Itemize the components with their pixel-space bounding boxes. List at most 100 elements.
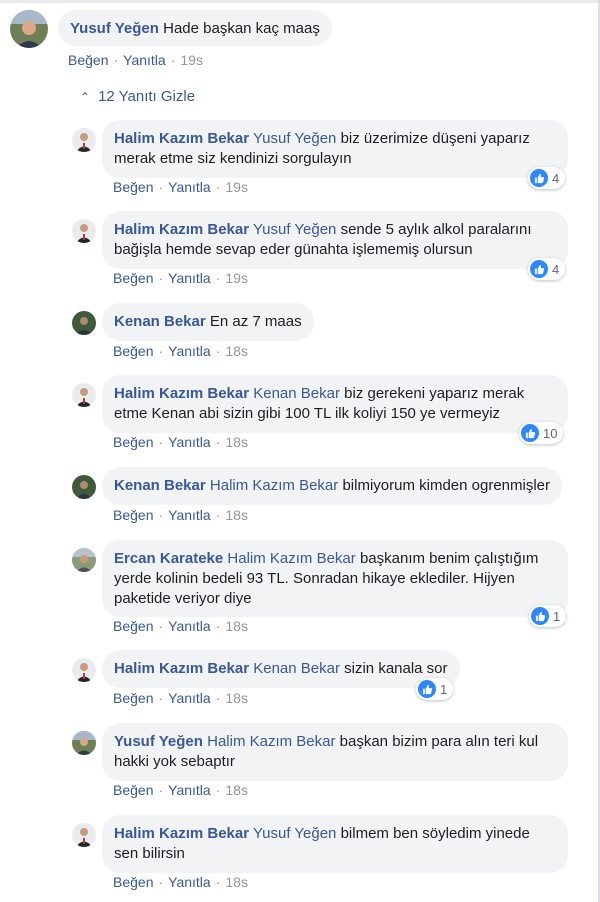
- reply-author[interactable]: Halim Kazım Bekar: [114, 221, 249, 238]
- avatar[interactable]: [72, 658, 96, 682]
- reaction-count[interactable]: 4: [528, 258, 566, 280]
- reply-bubble: Halim Kazım Bekar Yusuf Yeğen bilmem ben…: [102, 815, 568, 873]
- like-link[interactable]: Beğen: [113, 179, 153, 195]
- reply-text-line: başkanım benim çalıştığım: [359, 550, 539, 567]
- reply-link[interactable]: Yanıtla: [123, 52, 166, 68]
- reply-text-line: başkan bizim para alın teri kul: [339, 733, 539, 750]
- like-link[interactable]: Beğen: [113, 690, 153, 706]
- top-divider: [0, 0, 600, 3]
- reply-author[interactable]: Halim Kazım Bekar: [114, 130, 249, 147]
- reply-link[interactable]: Yanıtla: [168, 343, 211, 359]
- reply-text-line: merak etme siz kendinizi sorgulayın: [114, 150, 352, 167]
- like-link[interactable]: Beğen: [113, 434, 153, 450]
- reply-link[interactable]: Yanıtla: [168, 507, 211, 523]
- reply-actions: Beğen · Yanıtla · 19s: [113, 270, 248, 286]
- reply-link[interactable]: Yanıtla: [168, 690, 211, 706]
- reply-link[interactable]: Yanıtla: [168, 618, 211, 634]
- avatar[interactable]: [72, 731, 96, 755]
- reply-link[interactable]: Yanıtla: [168, 270, 211, 286]
- reply-time[interactable]: 19s: [225, 270, 248, 286]
- avatar[interactable]: [72, 383, 96, 407]
- hide-replies-toggle[interactable]: ⌃ 12 Yanıtı Gizle: [80, 88, 195, 105]
- like-icon: [521, 424, 539, 442]
- reply-text-line: paketide veriyor diye: [114, 590, 252, 607]
- mention-link[interactable]: Yusuf Yeğen: [253, 825, 336, 842]
- reaction-number: 1: [440, 681, 448, 697]
- reaction-count[interactable]: 4: [528, 167, 566, 189]
- reply-time[interactable]: 19s: [225, 179, 248, 195]
- like-link[interactable]: Beğen: [113, 782, 153, 798]
- reply-text-line: hakki yok sebaptır: [114, 753, 235, 770]
- reply-time[interactable]: 18s: [225, 618, 248, 634]
- comment-author[interactable]: Yusuf Yeğen: [70, 20, 159, 37]
- like-icon: [531, 607, 549, 625]
- avatar[interactable]: [72, 219, 96, 243]
- reply-bubble: Kenan Bekar Halim Kazım Bekar bilmiyorum…: [102, 467, 562, 505]
- reply-text-line: biz gerekeni yaparız merak: [344, 385, 525, 402]
- avatar[interactable]: [72, 548, 96, 572]
- like-icon: [530, 169, 548, 187]
- like-icon: [530, 260, 548, 278]
- reply-time[interactable]: 18s: [225, 874, 248, 890]
- mention-link[interactable]: Kenan Bekar: [253, 385, 340, 402]
- reply-link[interactable]: Yanıtla: [168, 874, 211, 890]
- reply-time[interactable]: 18s: [225, 690, 248, 706]
- hide-replies-label: 12 Yanıtı Gizle: [98, 88, 196, 105]
- reply-text-line: bilmiyorum kimden ogrenmişler: [342, 477, 550, 494]
- reply-link[interactable]: Yanıtla: [168, 434, 211, 450]
- reply-bubble: Halim Kazım Bekar Kenan Bekar sizin kana…: [102, 650, 460, 688]
- like-link[interactable]: Beğen: [68, 52, 108, 68]
- avatar[interactable]: [10, 10, 48, 48]
- mention-link[interactable]: Yusuf Yeğen: [253, 130, 336, 147]
- like-link[interactable]: Beğen: [113, 270, 153, 286]
- reply-author[interactable]: Halim Kazım Bekar: [114, 825, 249, 842]
- mention-link[interactable]: Halim Kazım Bekar: [227, 550, 355, 567]
- reply-bubble: Yusuf Yeğen Halim Kazım Bekar başkan biz…: [102, 723, 568, 781]
- reply-actions: Beğen · Yanıtla · 18s: [113, 690, 248, 706]
- like-icon: [418, 680, 436, 698]
- mention-link[interactable]: Kenan Bekar: [253, 660, 340, 677]
- like-link[interactable]: Beğen: [113, 507, 153, 523]
- reply-text-line: bilmem ben söyledim yinede: [340, 825, 530, 842]
- reply-actions: Beğen · Yanıtla · 18s: [113, 507, 248, 523]
- reply-bubble: Halim Kazım Bekar Yusuf Yeğen biz üzerim…: [102, 120, 568, 178]
- reply-time[interactable]: 18s: [225, 343, 248, 359]
- reply-author[interactable]: Ercan Karateke: [114, 550, 223, 567]
- avatar[interactable]: [72, 823, 96, 847]
- reply-actions: Beğen · Yanıtla · 18s: [113, 874, 248, 890]
- reply-bubble: Halim Kazım Bekar Yusuf Yeğen sende 5 ay…: [102, 211, 568, 269]
- reply-author[interactable]: Halim Kazım Bekar: [114, 385, 249, 402]
- reply-time[interactable]: 18s: [225, 507, 248, 523]
- comment-text: Hade başkan kaç maaş: [163, 20, 320, 37]
- mention-link[interactable]: Halim Kazım Bekar: [210, 477, 338, 494]
- reaction-count[interactable]: 1: [416, 678, 454, 700]
- reply-author[interactable]: Kenan Bekar: [114, 477, 206, 494]
- like-link[interactable]: Beğen: [113, 874, 153, 890]
- comment-time[interactable]: 19s: [180, 52, 203, 68]
- avatar[interactable]: [72, 311, 96, 335]
- like-link[interactable]: Beğen: [113, 343, 153, 359]
- reply-author[interactable]: Halim Kazım Bekar: [114, 660, 249, 677]
- reply-time[interactable]: 18s: [225, 782, 248, 798]
- reaction-number: 1: [553, 608, 561, 624]
- reply-actions: Beğen · Yanıtla · 19s: [113, 179, 248, 195]
- like-link[interactable]: Beğen: [113, 618, 153, 634]
- reply-text-line: etme Kenan abi sizin gibi 100 TL ilk kol…: [114, 405, 501, 422]
- reply-author[interactable]: Yusuf Yeğen: [114, 733, 203, 750]
- mention-link[interactable]: Halim Kazım Bekar: [207, 733, 335, 750]
- reply-author[interactable]: Kenan Bekar: [114, 313, 206, 330]
- reply-text-line: yerde kolinin bedeli 93 TL. Sonradan hik…: [114, 570, 515, 587]
- avatar[interactable]: [72, 475, 96, 499]
- reaction-count[interactable]: 1: [529, 605, 567, 627]
- mention-link[interactable]: Yusuf Yeğen: [253, 221, 336, 238]
- reaction-number: 4: [552, 261, 560, 277]
- reply-text-line: bağişla hemde sevap eder günahta işlemem…: [114, 241, 473, 258]
- reply-text-line: biz üzerimize düşeni yaparız: [340, 130, 530, 147]
- avatar[interactable]: [72, 128, 96, 152]
- reply-time[interactable]: 18s: [225, 434, 248, 450]
- reply-bubble: Kenan Bekar En az 7 maas: [102, 303, 314, 341]
- reply-link[interactable]: Yanıtla: [168, 179, 211, 195]
- reply-link[interactable]: Yanıtla: [168, 782, 211, 798]
- reaction-count[interactable]: 10: [519, 422, 564, 444]
- reply-actions: Beğen · Yanıtla · 18s: [113, 782, 248, 798]
